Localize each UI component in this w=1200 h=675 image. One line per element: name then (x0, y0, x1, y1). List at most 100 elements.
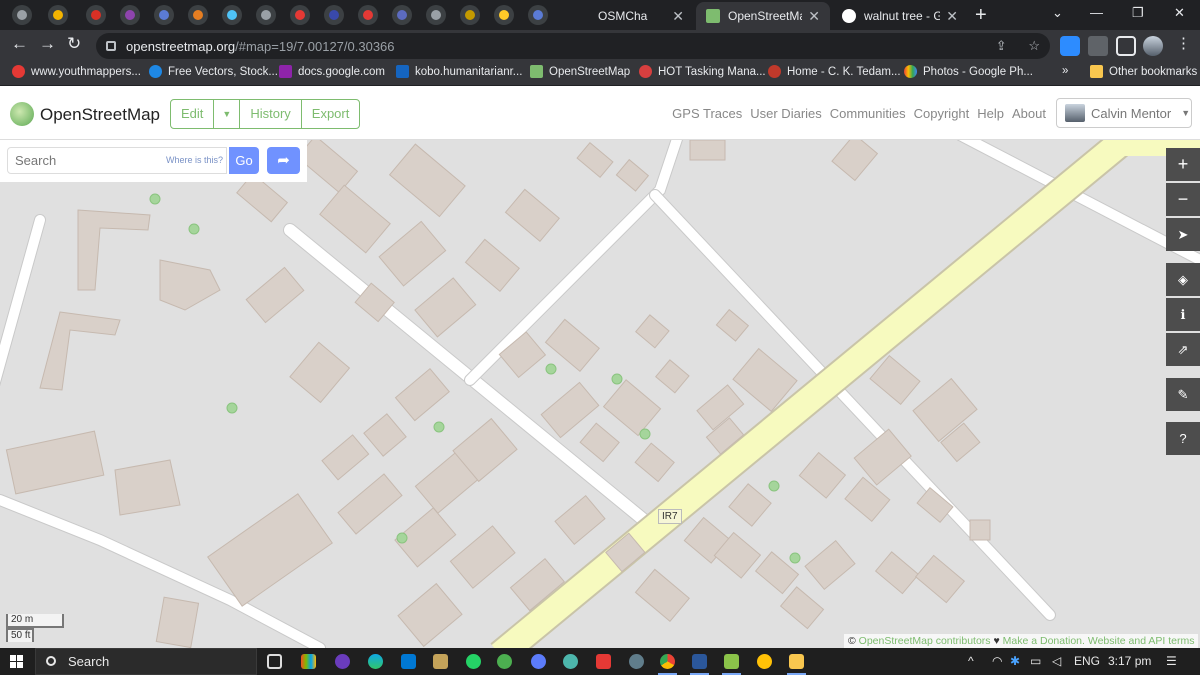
writer-icon[interactable] (433, 654, 448, 669)
nav-help[interactable]: Help (977, 106, 1004, 121)
tray-chevron[interactable]: ^ (968, 654, 974, 668)
pinned-tab[interactable] (528, 5, 548, 25)
zoom-in-button[interactable]: + (1166, 148, 1200, 181)
battery-icon[interactable]: ▭ (1030, 654, 1041, 668)
notification-icon[interactable]: ☰ (1166, 654, 1177, 668)
close-tab-icon[interactable]: ✕ (808, 8, 820, 25)
r-studio-icon[interactable] (531, 654, 546, 669)
zoom-extension-icon[interactable] (1060, 36, 1080, 56)
volume-icon[interactable]: ◁ (1052, 654, 1061, 668)
bookmark-item[interactable]: www.youthmappers... (12, 65, 141, 78)
tab-search-icon[interactable]: ⌄ (1052, 5, 1063, 21)
wps-icon[interactable] (596, 654, 611, 669)
nav-gps-traces[interactable]: GPS Traces (672, 106, 742, 121)
edit-dropdown-caret[interactable]: ▼ (214, 100, 241, 128)
donation-link[interactable]: Make a Donation. (1003, 635, 1085, 647)
pinned-tab[interactable] (256, 5, 276, 25)
map-canvas[interactable] (0, 140, 1200, 648)
bookmark-item[interactable]: Free Vectors, Stock... (149, 65, 278, 78)
pinned-tab[interactable] (120, 5, 140, 25)
media-player-icon[interactable] (335, 654, 350, 669)
side-panel-icon[interactable] (1116, 36, 1136, 56)
office-icon[interactable] (301, 654, 316, 669)
add-note-icon[interactable]: ✎ (1166, 378, 1200, 411)
reload-button[interactable]: ↻ (67, 34, 81, 54)
search-input[interactable]: Search Where is this? (7, 147, 227, 174)
maximize-button[interactable]: ❐ (1132, 5, 1144, 21)
map-view[interactable]: IR7 Search Where is this? Go ➦ + − ➤ ◈ ℹ… (0, 140, 1200, 648)
chrome-menu-icon[interactable]: ⋮ (1176, 34, 1191, 52)
pinned-tab[interactable] (188, 5, 208, 25)
close-tab-icon[interactable]: ✕ (672, 8, 684, 25)
bookmark-star-icon[interactable]: ☆ (1028, 38, 1040, 53)
edit-button[interactable]: Edit (171, 100, 215, 128)
pinned-tab[interactable] (86, 5, 106, 25)
locate-icon[interactable]: ➤ (1166, 218, 1200, 251)
tab-openstreetmap[interactable]: OpenStreetMap ✕ (696, 2, 830, 30)
edge-icon[interactable] (368, 654, 383, 669)
app-icon[interactable] (722, 654, 741, 675)
directions-icon[interactable]: ➦ (267, 147, 300, 174)
nav-about[interactable]: About (1012, 106, 1046, 121)
whatsapp-icon[interactable] (466, 654, 481, 669)
address-bar[interactable]: openstreetmap.org/#map=19/7.00127/0.3036… (96, 33, 1050, 59)
lock-icon[interactable] (106, 41, 116, 51)
bookmark-item[interactable]: Photos - Google Ph... (904, 65, 1033, 78)
forward-button[interactable]: → (39, 34, 56, 54)
other-bookmarks[interactable]: Other bookmarks (1090, 65, 1197, 78)
where-is-this-link[interactable]: Where is this? (166, 155, 223, 165)
tool-icon[interactable] (629, 654, 644, 669)
task-view-icon[interactable] (267, 654, 282, 669)
qgis-icon[interactable] (497, 654, 512, 669)
store-icon[interactable] (401, 654, 416, 669)
tab-google-search[interactable]: walnut tree - Go ✕ (832, 2, 968, 30)
history-button[interactable]: History (240, 100, 302, 128)
bookmark-item[interactable]: docs.google.com (279, 65, 385, 78)
layers-icon[interactable]: ◈ (1166, 263, 1200, 296)
pinned-tab[interactable] (494, 5, 514, 25)
bookmark-item[interactable]: Home - C. K. Tedam... (768, 65, 901, 78)
export-button[interactable]: Export (302, 100, 360, 128)
close-window-button[interactable]: ✕ (1174, 5, 1185, 21)
profile-avatar[interactable] (1143, 36, 1163, 56)
query-features-icon[interactable]: ? (1166, 422, 1200, 455)
word-icon[interactable] (690, 654, 709, 675)
pinned-tab[interactable] (222, 5, 242, 25)
bookmark-item[interactable]: kobo.humanitarianr... (396, 65, 522, 78)
pinned-tab[interactable] (358, 5, 378, 25)
minimize-button[interactable]: — (1090, 5, 1103, 20)
pinned-tab[interactable] (12, 5, 32, 25)
bookmark-item[interactable]: HOT Tasking Mana... (639, 65, 766, 78)
osm-logo[interactable] (10, 102, 34, 126)
extensions-puzzle-icon[interactable] (1088, 36, 1108, 56)
new-tab-button[interactable]: + (975, 4, 987, 27)
nav-user-diaries[interactable]: User Diaries (750, 106, 822, 121)
file-explorer-icon[interactable] (787, 654, 806, 675)
windows-start-icon[interactable] (10, 655, 23, 668)
close-tab-icon[interactable]: ✕ (946, 8, 958, 25)
chrome-taskbar-icon[interactable] (658, 654, 677, 675)
nav-communities[interactable]: Communities (830, 106, 906, 121)
user-menu[interactable]: Calvin Mentor ▼ (1056, 98, 1192, 128)
vlc-icon[interactable] (757, 654, 772, 669)
contributors-link[interactable]: OpenStreetMap contributors (859, 635, 991, 647)
share-icon[interactable]: ⇗ (1166, 333, 1200, 366)
osm-brand[interactable]: OpenStreetMap (40, 105, 160, 125)
pinned-tab[interactable] (154, 5, 174, 25)
pinned-tab[interactable] (392, 5, 412, 25)
pinned-tab[interactable] (426, 5, 446, 25)
clock[interactable]: 3:17 pm (1108, 654, 1151, 668)
map-key-icon[interactable]: ℹ (1166, 298, 1200, 331)
bookmarks-overflow-button[interactable]: » (1062, 65, 1068, 77)
pinned-tab[interactable] (48, 5, 68, 25)
pinned-tab[interactable] (460, 5, 480, 25)
language-indicator[interactable]: ENG (1074, 654, 1100, 668)
back-button[interactable]: ← (11, 34, 28, 54)
wifi-icon[interactable]: ◠ (992, 654, 1002, 668)
pinned-tab[interactable] (290, 5, 310, 25)
zoom-out-button[interactable]: − (1166, 183, 1200, 216)
bluetooth-icon[interactable]: ✱ (1010, 654, 1020, 668)
search-app-icon[interactable] (563, 654, 578, 669)
api-terms-link[interactable]: Website and API terms (1088, 635, 1195, 647)
bookmark-item[interactable]: OpenStreetMap (530, 65, 630, 78)
